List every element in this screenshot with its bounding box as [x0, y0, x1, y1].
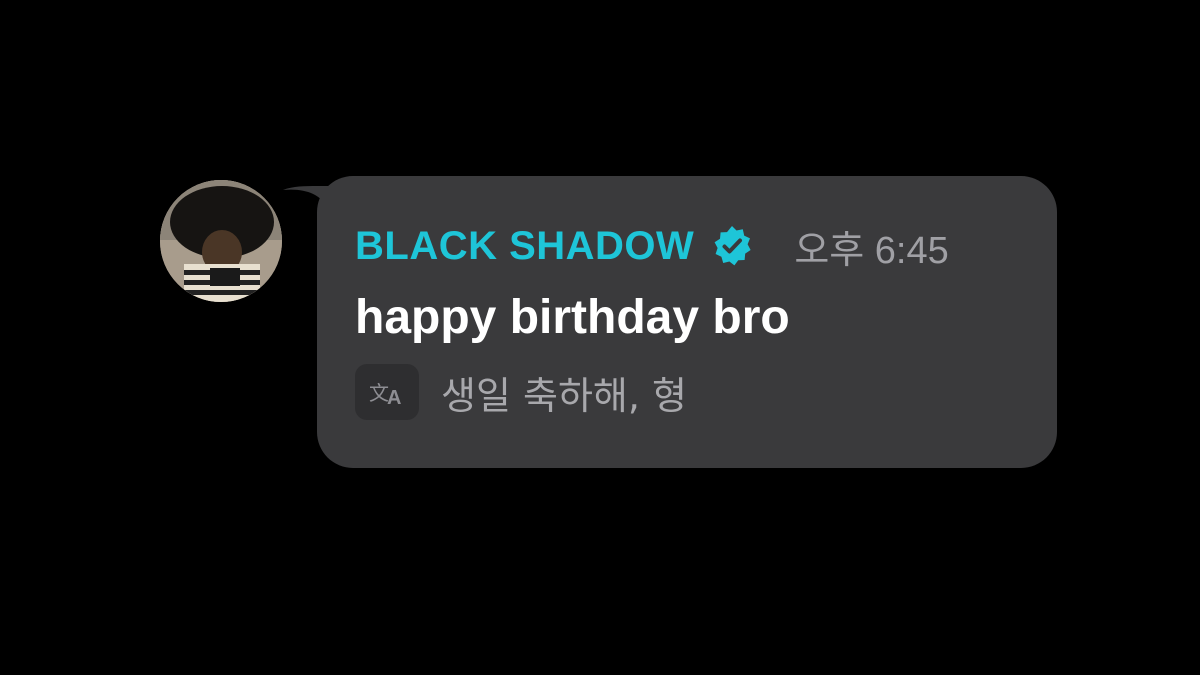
translation-text: 생일 축하해, 형	[441, 373, 687, 418]
message-timestamp: 오후 6:45	[794, 229, 949, 272]
verified-badge-icon	[710, 224, 754, 268]
avatar[interactable]	[160, 180, 282, 302]
message-text: happy birthday bro	[355, 291, 790, 344]
svg-text:A: A	[387, 387, 401, 408]
translation-row: 文 A 생일 축하해, 형	[355, 364, 1021, 420]
message-bubble[interactable]: BLACK SHADOW 오후 6:45 happy birthday bro …	[317, 176, 1057, 468]
chat-view: BLACK SHADOW 오후 6:45 happy birthday bro …	[0, 0, 1200, 675]
message-header: BLACK SHADOW 오후 6:45	[355, 220, 1021, 272]
svg-text:文: 文	[369, 381, 389, 405]
translate-icon[interactable]: 文 A	[355, 364, 419, 420]
avatar-image	[160, 180, 282, 302]
sender-name[interactable]: BLACK SHADOW	[355, 224, 694, 269]
